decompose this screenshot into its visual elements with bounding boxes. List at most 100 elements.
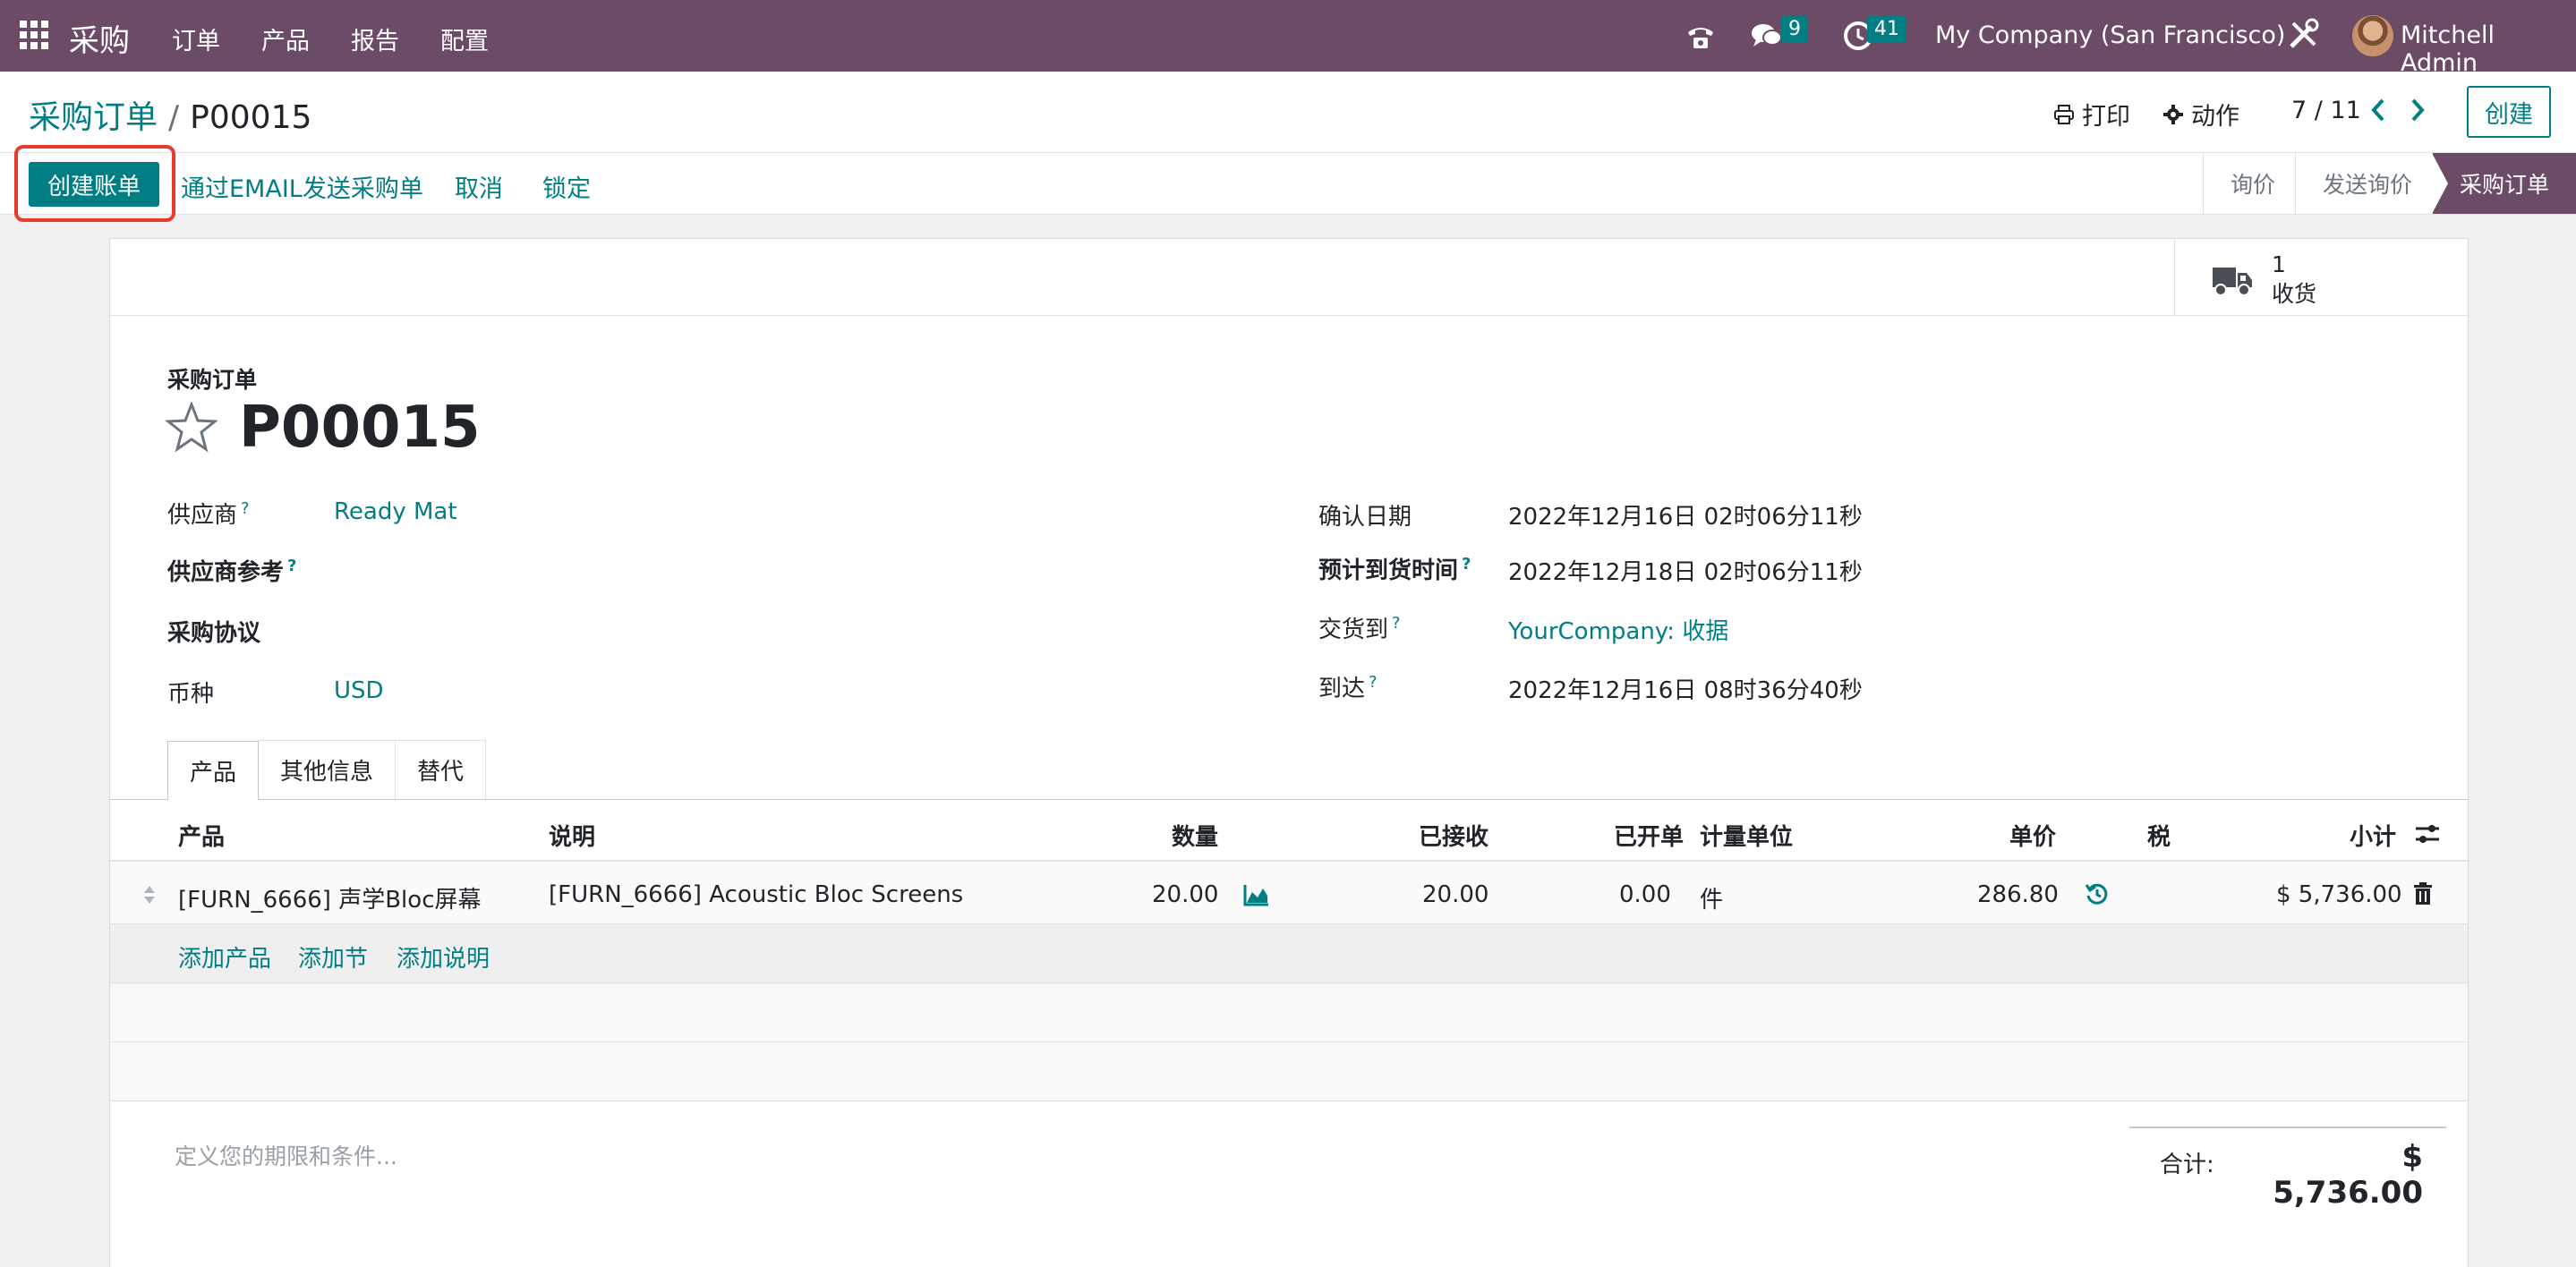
help-icon[interactable]: ? [1462, 555, 1471, 574]
chevron-right-icon[interactable] [2406, 95, 2429, 125]
vendor-ref-field[interactable] [334, 554, 871, 582]
gear-icon [2163, 104, 2183, 124]
tools-icon[interactable] [2286, 18, 2320, 52]
confirm-date-field[interactable]: 2022年12月16日 02时06分11秒 [1508, 498, 1863, 531]
stage-purchase-order[interactable]: 采购订单 [2431, 153, 2576, 214]
col-subtotal[interactable]: 小计 [2350, 819, 2396, 852]
tab-alternatives[interactable]: 替代 [395, 740, 487, 799]
star-icon[interactable] [166, 402, 218, 454]
help-icon[interactable]: ? [1369, 673, 1378, 692]
title-label: 采购订单 [167, 367, 258, 393]
expected-arrival-label: 预计到货时间? [1318, 552, 1471, 585]
phone-icon[interactable] [1685, 20, 1717, 52]
action-button[interactable]: 动作 [2162, 97, 2239, 132]
total-label: 合计: [2160, 1152, 2214, 1178]
column-settings-icon[interactable] [2414, 822, 2441, 846]
add-product-link[interactable]: 添加产品 [178, 940, 271, 974]
status-bar: 创建账单 通过EMAIL发送采购单 取消 锁定 询价 发送询价 采购订单 [0, 152, 2576, 215]
menu-products[interactable]: 产品 [261, 21, 310, 56]
user-name[interactable]: Mitchell Admin [2401, 21, 2576, 77]
arrival-label: 到达? [1318, 670, 1378, 703]
drag-handle-icon[interactable] [142, 883, 157, 906]
menu-reports[interactable]: 报告 [351, 21, 399, 56]
line-product[interactable]: [FURN_6666] 声学Bloc屏幕 [178, 881, 481, 914]
print-button[interactable]: 打印 [2053, 97, 2130, 132]
arrival-field[interactable]: 2022年12月16日 08时36分40秒 [1508, 672, 1863, 705]
line-price[interactable]: 286.80 [1977, 881, 2059, 908]
vendor-label-text: 供应商 [167, 502, 238, 529]
apps-grid-icon[interactable] [20, 21, 48, 49]
menu-config[interactable]: 配置 [440, 21, 489, 56]
smart-button-box: 1 收货 [110, 239, 2468, 316]
deliver-to-label-text: 交货到 [1318, 616, 1389, 643]
receipt-smart-button[interactable]: 1 收货 [2174, 239, 2468, 316]
chevron-left-icon[interactable] [2367, 95, 2390, 125]
send-email-button[interactable]: 通过EMAIL发送采购单 [181, 169, 423, 204]
user-avatar[interactable] [2352, 15, 2393, 56]
line-received[interactable]: 20.00 [1422, 881, 1488, 908]
lock-button[interactable]: 锁定 [542, 169, 591, 204]
col-product[interactable]: 产品 [178, 819, 225, 852]
tab-products[interactable]: 产品 [167, 741, 260, 800]
col-tax[interactable]: 税 [2147, 819, 2171, 852]
control-panel: 采购订单 / P00015 打印 动作 7 / 11 创建 [0, 72, 2576, 152]
vendor-field[interactable]: Ready Mat [334, 498, 457, 525]
print-icon [2054, 104, 2074, 124]
chat-count-badge: 9 [1781, 16, 1808, 43]
menu-orders[interactable]: 订单 [172, 21, 220, 56]
help-icon[interactable]: ? [287, 557, 296, 575]
empty-row [110, 1042, 2468, 1101]
trash-icon[interactable] [2412, 881, 2434, 906]
order-lines-header: 产品 说明 数量 已接收 已开单 计量单位 单价 税 小计 [110, 801, 2468, 862]
stage-rfq[interactable]: 询价 [2202, 153, 2295, 214]
action-label: 动作 [2191, 103, 2239, 131]
breadcrumb-separator: / [168, 99, 180, 136]
history-icon[interactable] [2085, 881, 2110, 906]
deliver-to-field[interactable]: YourCompany: 收据 [1508, 613, 1728, 646]
company-switcher[interactable]: My Company (San Francisco) [1935, 21, 2285, 49]
app-brand[interactable]: 采购 [69, 16, 130, 60]
line-qty[interactable]: 20.00 [1152, 881, 1218, 908]
truck-icon [2213, 268, 2252, 296]
top-navbar: 采购 订单 产品 报告 配置 9 41 My Company (San Fran… [0, 0, 2576, 77]
create-bill-button[interactable]: 创建账单 [29, 162, 159, 207]
pager-value[interactable]: 7 / 11 [2291, 97, 2361, 124]
form-sheet: 1 收货 采购订单 P00015 供应商? Ready Mat 供应商参考? 采… [109, 238, 2469, 1267]
col-price[interactable]: 单价 [2009, 819, 2056, 852]
add-note-link[interactable]: 添加说明 [397, 940, 490, 974]
help-icon[interactable]: ? [241, 499, 250, 518]
col-received[interactable]: 已接收 [1419, 819, 1488, 852]
breadcrumb-current: P00015 [190, 99, 312, 136]
expected-arrival-field[interactable]: 2022年12月18日 02时06分11秒 [1508, 554, 1863, 587]
agreement-field[interactable] [334, 615, 871, 643]
receipt-count: 1 [2272, 251, 2286, 277]
confirm-date-label: 确认日期 [1318, 504, 1412, 531]
activity-count-badge: 41 [1867, 16, 1906, 43]
line-billed: 0.00 [1619, 881, 1671, 908]
line-subtotal: $ 5,736.00 [2276, 881, 2402, 908]
tab-other-info[interactable]: 其他信息 [258, 740, 397, 799]
top-menu: 订单 产品 报告 配置 [172, 21, 530, 56]
cancel-button[interactable]: 取消 [455, 169, 503, 204]
arrival-label-text: 到达 [1318, 676, 1366, 702]
table-row[interactable]: [FURN_6666] 声学Bloc屏幕 [FURN_6666] Acousti… [110, 863, 2468, 924]
col-uom[interactable]: 计量单位 [1700, 819, 1793, 852]
create-button[interactable]: 创建 [2467, 86, 2551, 138]
col-description[interactable]: 说明 [549, 819, 595, 852]
col-qty[interactable]: 数量 [1172, 819, 1218, 852]
notebook-tabs: 产品 其他信息 替代 [167, 740, 487, 800]
vendor-ref-label: 供应商参考? [167, 554, 296, 587]
add-section-link[interactable]: 添加节 [298, 940, 368, 974]
terms-field[interactable]: 定义您的期限和条件... [175, 1139, 397, 1171]
forecast-chart-icon[interactable] [1243, 883, 1270, 906]
deliver-to-label: 交货到? [1318, 611, 1401, 644]
col-billed[interactable]: 已开单 [1614, 819, 1684, 852]
line-uom[interactable]: 件 [1700, 881, 1723, 914]
help-icon[interactable]: ? [1392, 614, 1401, 633]
currency-field[interactable]: USD [334, 677, 384, 704]
line-description[interactable]: [FURN_6666] Acoustic Bloc Screens [549, 881, 963, 908]
stage-rfq-sent[interactable]: 发送询价 [2294, 153, 2432, 214]
chat-icon[interactable] [1751, 20, 1783, 52]
breadcrumb: 采购订单 / P00015 [29, 91, 311, 138]
breadcrumb-parent[interactable]: 采购订单 [29, 99, 158, 136]
